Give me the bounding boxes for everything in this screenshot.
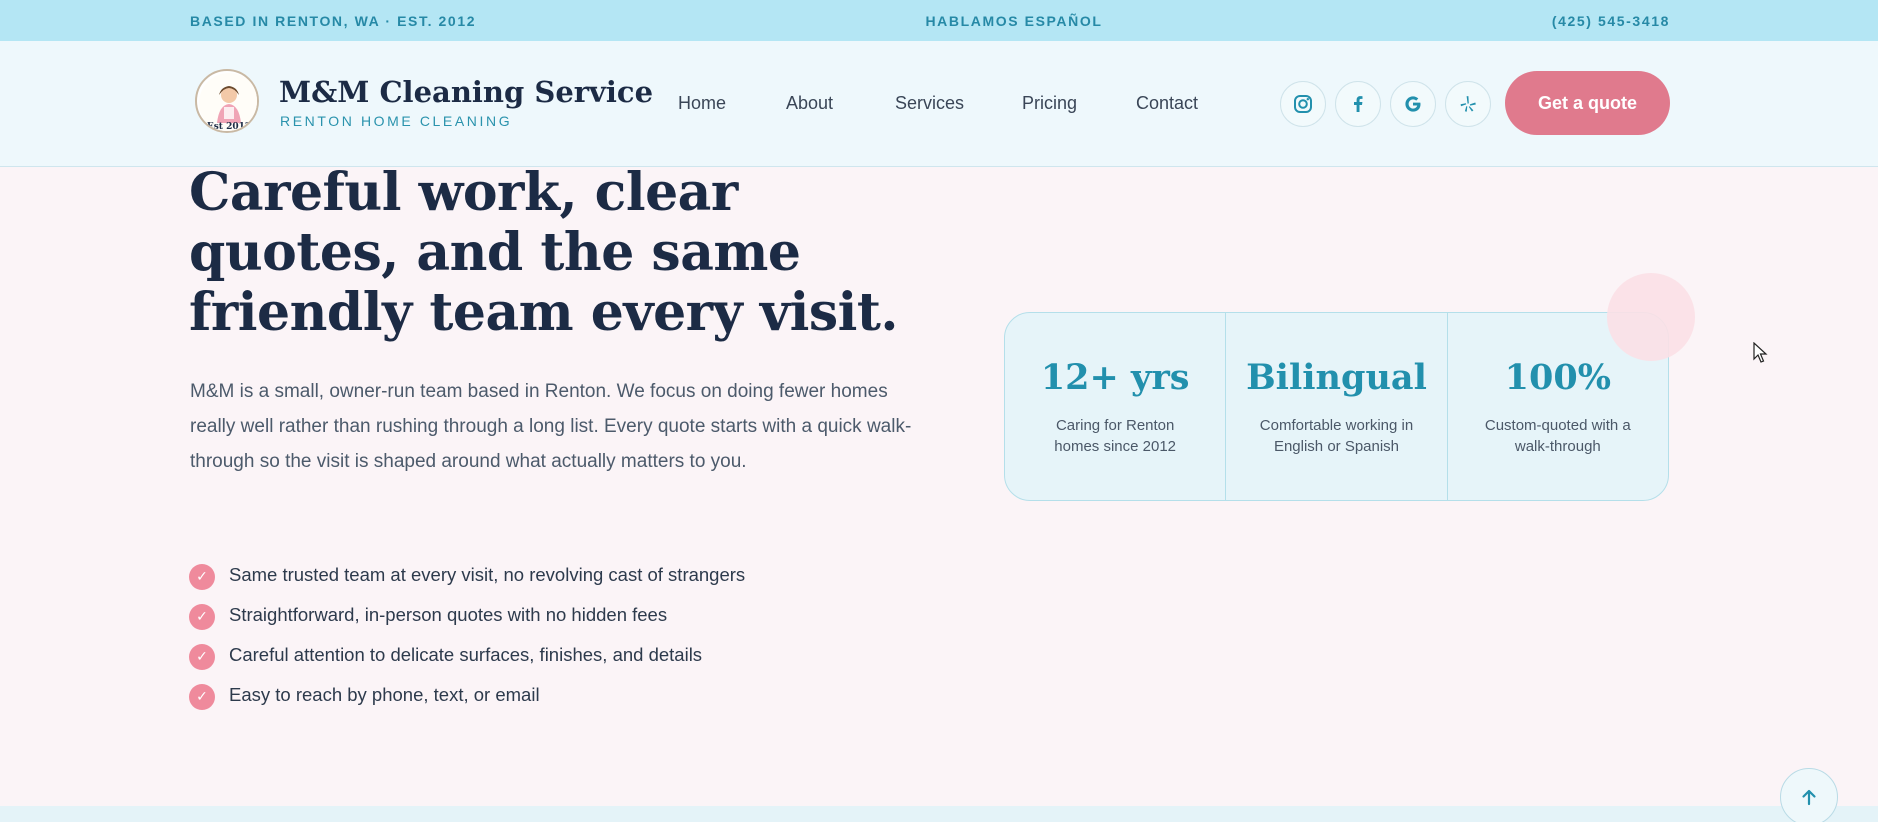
nav-contact[interactable]: Contact [1136,93,1198,114]
stat-label: Comfortable working in English or Spanis… [1259,417,1414,455]
stat-label: Custom-quoted with a walk-through [1484,417,1631,455]
check-icon: ✓ [189,644,215,670]
google-icon [1405,96,1421,112]
nav-services[interactable]: Services [895,93,964,114]
hero-copy: M&M is a small, owner-run team based in … [190,381,912,472]
hero-title: Careful work, clear quotes, and the same… [189,162,898,343]
logo-est-text: Est 2012 [207,122,251,132]
language-text: HABLAMOS ESPAÑOL [925,12,1103,29]
brand-tagline: RENTON HOME CLEANING [280,113,513,129]
mouse-cursor-icon [1753,342,1768,363]
nav-pricing[interactable]: Pricing [1022,93,1077,114]
get-quote-button[interactable]: Get a quote [1505,71,1670,135]
google-button[interactable] [1390,81,1436,127]
site-header: Est 2012 M&M Cleaning Service RENTON HOM… [0,41,1878,167]
instagram-button[interactable] [1280,81,1326,127]
stat-years: 12+ yrs Caring for Renton homes since 20… [1005,313,1227,500]
yelp-icon [1460,96,1476,112]
benefit-text: Straightforward, in-person quotes with n… [229,604,668,625]
benefit-item: ✓ Straightforward, in-person quotes with… [189,595,745,635]
check-icon: ✓ [189,684,215,710]
benefit-item: ✓ Careful attention to delicate surfaces… [189,635,745,675]
stat-value: Bilingual [1246,357,1427,398]
top-info-bar: BASED IN RENTON, WA · EST. 2012 HABLAMOS… [0,0,1878,41]
arrow-up-icon [1802,789,1816,806]
benefit-text: Easy to reach by phone, text, or email [229,684,540,705]
brand-logo[interactable]: Est 2012 [195,69,259,133]
instagram-icon [1294,95,1312,113]
facebook-icon [1354,96,1363,112]
benefits-list: ✓ Same trusted team at every visit, no r… [189,555,745,715]
stat-value: 100% [1504,357,1611,398]
benefit-text: Same trusted team at every visit, no rev… [229,564,746,585]
yelp-button[interactable] [1445,81,1491,127]
next-section-edge [0,806,1878,822]
brand-name[interactable]: M&M Cleaning Service [279,75,653,109]
nav-home[interactable]: Home [678,93,726,114]
stat-value: 12+ yrs [1040,357,1190,398]
location-text: BASED IN RENTON, WA · EST. 2012 [190,12,477,29]
stat-label: Caring for Renton homes since 2012 [1054,417,1177,455]
check-icon: ✓ [189,564,215,590]
benefit-text: Careful attention to delicate surfaces, … [229,644,703,665]
benefit-item: ✓ Same trusted team at every visit, no r… [189,555,745,595]
facebook-button[interactable] [1335,81,1381,127]
stats-card: 12+ yrs Caring for Renton homes since 20… [1004,312,1669,501]
scroll-top-button[interactable] [1780,768,1838,822]
check-icon: ✓ [189,604,215,630]
benefit-item: ✓ Easy to reach by phone, text, or email [189,675,745,715]
decorative-blob [1607,273,1695,361]
stat-bilingual: Bilingual Comfortable working in English… [1226,313,1448,500]
nav-about[interactable]: About [786,93,833,114]
phone-link[interactable]: (425) 545-3418 [1552,13,1670,29]
